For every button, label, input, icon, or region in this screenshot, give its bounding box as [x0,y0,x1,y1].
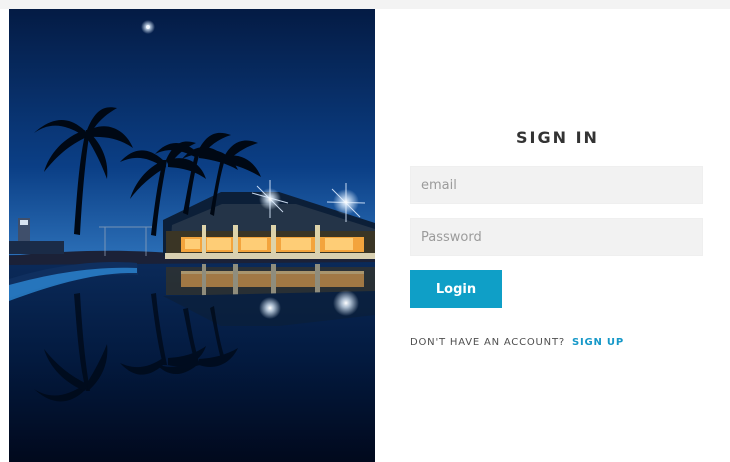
night-resort-photo [9,9,375,462]
login-panel: SIGN IN Login DON'T HAVE AN ACCOUNT? SIG… [375,9,730,462]
signup-prompt: DON'T HAVE AN ACCOUNT? [410,337,565,348]
email-input[interactable] [410,166,703,204]
password-input[interactable] [410,218,703,256]
signup-link[interactable]: SIGN UP [572,337,624,348]
resort-night-image [9,9,375,462]
signup-prompt-line: DON'T HAVE AN ACCOUNT? SIGN UP [410,337,624,348]
login-button[interactable]: Login [410,270,502,308]
sign-in-title: SIGN IN [516,128,599,147]
login-page: SIGN IN Login DON'T HAVE AN ACCOUNT? SIG… [0,0,730,462]
top-strip [0,0,730,9]
